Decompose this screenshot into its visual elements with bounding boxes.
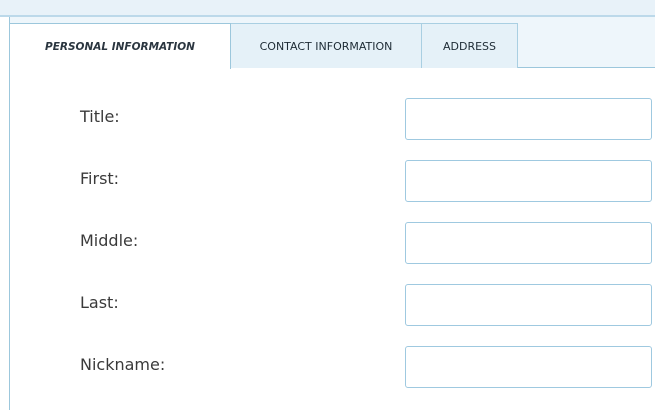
tab-strip: PERSONAL INFORMATION CONTACT INFORMATION… — [9, 17, 655, 71]
title-label: Title: — [80, 107, 120, 126]
form-row-title: Title: — [10, 98, 655, 140]
personal-information-panel: Title: First: Middle: Last: Nickname: — [9, 68, 655, 410]
first-name-input[interactable] — [405, 160, 652, 202]
last-name-input[interactable] — [405, 284, 652, 326]
form-row-nickname: Nickname: — [10, 346, 655, 388]
form-row-first: First: — [10, 160, 655, 202]
form-row-last: Last: — [10, 284, 655, 326]
middle-name-input[interactable] — [405, 222, 652, 264]
nickname-label: Nickname: — [80, 355, 166, 374]
tab-address[interactable]: ADDRESS — [421, 23, 518, 69]
form-row-middle: Middle: — [10, 222, 655, 264]
first-name-label: First: — [80, 169, 120, 188]
last-name-label: Last: — [80, 293, 119, 312]
middle-name-label: Middle: — [80, 231, 139, 250]
title-input[interactable] — [405, 98, 652, 140]
nickname-input[interactable] — [405, 346, 652, 388]
tab-contact-information[interactable]: CONTACT INFORMATION — [230, 23, 422, 69]
header-band — [0, 0, 655, 16]
tab-personal-information[interactable]: PERSONAL INFORMATION — [10, 23, 231, 71]
